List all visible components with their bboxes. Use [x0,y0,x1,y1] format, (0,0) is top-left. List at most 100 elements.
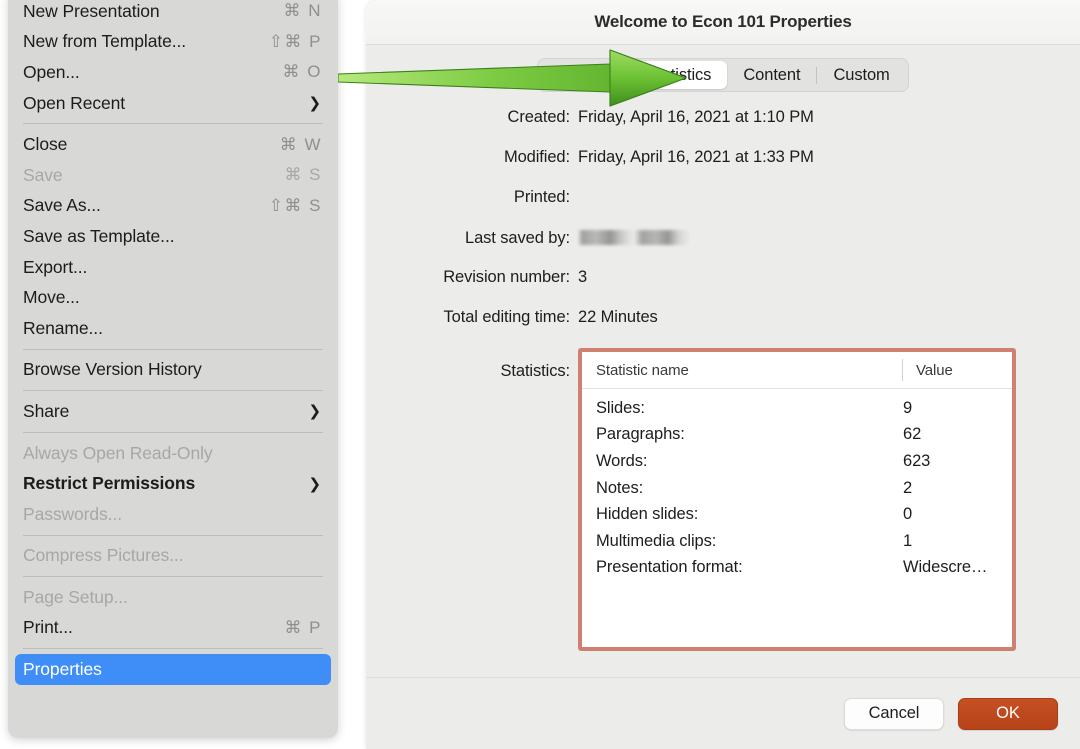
menu-item-restrict-permissions[interactable]: Restrict Permissions ❯ [8,468,338,499]
tab-general[interactable]: General [540,61,630,89]
tab-statistics[interactable]: Statistics [630,61,728,89]
menu-item-label: Share [23,400,70,421]
menu-item-label: Compress Pictures... [23,545,184,566]
dialog-titlebar: Welcome to Econ 101 Properties [366,0,1080,45]
field-value [578,228,690,248]
menu-item-properties[interactable]: Properties [8,654,338,685]
menu-item-rename[interactable]: Rename... [8,313,338,344]
properties-form: Created: Friday, April 16, 2021 at 1:10 P… [366,92,1080,651]
chevron-right-icon: ❯ [308,403,322,421]
table-row[interactable]: Paragraphs: 62 [582,422,1012,449]
menu-item-shortcut: ⌘ P [284,617,322,637]
table-row[interactable]: Words: 623 [582,448,1012,475]
tab-label: Statistics [646,65,712,84]
menu-item-browse-version-history[interactable]: Browse Version History [8,355,338,386]
tab-label: Content [743,65,801,84]
menu-item-share[interactable]: Share ❯ [8,396,338,427]
menu-item-label: Print... [23,617,73,638]
menu-item-label: Open Recent [23,92,126,113]
field-row-modified: Modified: Friday, April 16, 2021 at 1:33 … [366,148,1080,188]
field-row-statistics: Statistics: Statistic name Value Slides: 9 Pa… [366,348,1080,651]
field-row-printed: Printed: [366,188,1080,228]
menu-item-open[interactable]: Open... ⌘ O [8,57,338,88]
menu-item-shortcut: ⇧⌘ P [268,31,322,51]
menu-item-shortcut: ⌘ W [279,134,322,154]
column-header-statistic-name: Statistic name [596,361,689,379]
menu-item-print[interactable]: Print... ⌘ P [8,613,338,644]
menu-item-label: Passwords... [23,503,122,524]
field-label: Printed: [513,188,570,206]
menu-separator [23,534,323,536]
menu-item-compress-pictures: Compress Pictures... [8,541,338,572]
menu-item-label: Page Setup... [23,586,128,607]
properties-dialog: Welcome to Econ 101 Properties General St… [366,0,1080,749]
menu-item-shortcut: ⇧⌘ S [268,195,322,215]
statistic-value: 2 [903,478,913,497]
menu-item-export[interactable]: Export... [8,252,338,283]
menu-separator [23,576,323,578]
statistic-name: Multimedia clips: [596,531,717,550]
field-row-revision-number: Revision number: 3 [366,268,1080,308]
statistic-name: Paragraphs: [596,425,685,444]
menu-item-new-presentation[interactable]: New Presentation ⌘ N [8,0,338,27]
chevron-right-icon: ❯ [308,475,322,493]
field-value: 22 Minutes [578,308,658,326]
menu-item-label: Always Open Read-Only [23,442,213,463]
field-value: Friday, April 16, 2021 at 1:33 PM [578,148,814,166]
tab-bar[interactable]: General Statistics Content Custom [537,58,909,92]
menu-item-close[interactable]: Close ⌘ W [8,129,338,160]
menu-item-move[interactable]: Move... [8,282,338,313]
menu-separator [23,648,323,650]
dialog-footer: Cancel OK [366,677,1080,749]
menu-separator [23,390,323,392]
statistic-name: Words: [596,451,648,470]
menu-item-open-recent[interactable]: Open Recent ❯ [8,88,338,119]
menu-item-label: Open... [23,61,80,82]
menu-item-save-as-template[interactable]: Save as Template... [8,221,338,252]
field-label: Modified: [503,148,570,166]
table-row[interactable]: Slides: 9 [582,395,1012,422]
dialog-title: Welcome to Econ 101 Properties [594,12,852,31]
statistic-value: 1 [903,531,913,550]
menu-item-label: Properties [23,659,102,680]
menu-item-label: Restrict Permissions [23,473,196,494]
ok-button[interactable]: OK [958,697,1058,730]
statistic-value: 62 [903,425,922,444]
field-label: Total editing time: [443,308,571,326]
tabbar-wrapper: General Statistics Content Custom [366,45,1080,92]
table-row[interactable]: Multimedia clips: 1 [582,528,1012,555]
menu-item-label: Rename... [23,317,103,338]
menu-separator [23,123,323,125]
statistic-name: Notes: [596,478,644,497]
statistic-value: Widescre… [903,558,988,577]
statistic-value: 623 [903,451,931,470]
field-label: Last saved by: [465,229,570,247]
field-label: Revision number: [443,268,570,286]
menu-item-save: Save ⌘ S [8,160,338,191]
table-row[interactable]: Hidden slides: 0 [582,501,1012,528]
tab-custom[interactable]: Custom [817,61,905,89]
statistics-table-body: Slides: 9 Paragraphs: 62 Words: 623 Notes: 2 Hid… [582,389,1012,581]
menu-item-label: Close [23,134,68,155]
menu-item-page-setup: Page Setup... [8,582,338,613]
menu-item-label: Browse Version History [23,359,202,380]
table-row[interactable]: Notes: 2 [582,475,1012,502]
tab-content[interactable]: Content [727,61,816,89]
tab-label: Custom [833,65,890,84]
column-header-value: Value [916,361,953,379]
menu-item-shortcut: ⌘ O [282,62,322,82]
menu-item-new-from-template[interactable]: New from Template... ⇧⌘ P [8,27,338,58]
menu-item-label: New Presentation [23,0,160,21]
chevron-right-icon: ❯ [308,95,322,113]
cancel-button[interactable]: Cancel [844,697,944,730]
statistic-name: Presentation format: [596,558,743,577]
field-row-total-editing-time: Total editing time: 22 Minutes [366,308,1080,348]
menu-item-label: New from Template... [23,31,187,52]
menu-item-label: Move... [23,287,80,308]
menu-item-shortcut: ⌘ S [284,165,322,185]
file-menu-panel[interactable]: New Presentation ⌘ N New from Template... ⇧… [8,0,338,738]
menu-item-save-as[interactable]: Save As... ⇧⌘ S [8,191,338,222]
table-row[interactable]: Presentation format: Widescre… [582,555,1012,582]
menu-item-shortcut: ⌘ N [283,1,322,21]
statistics-table[interactable]: Statistic name Value Slides: 9 Paragraphs: 62… [578,348,1016,651]
